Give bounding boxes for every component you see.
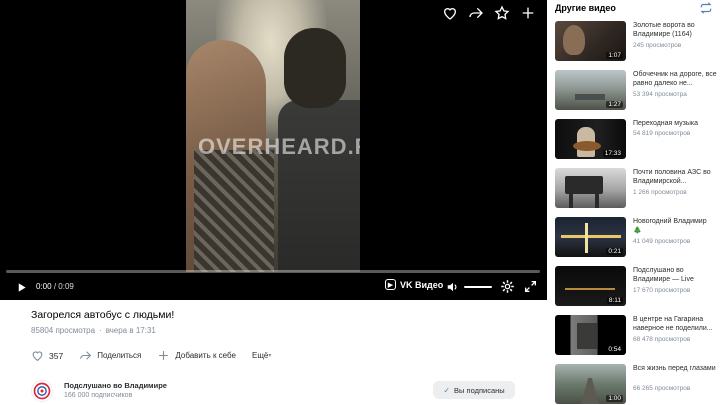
- current-time: 0:00: [36, 282, 52, 291]
- settings-button[interactable]: [500, 279, 515, 294]
- like-button[interactable]: 357: [31, 349, 63, 362]
- video-duration: 1:27: [606, 101, 623, 108]
- sidebar-heading: Другие видео: [555, 3, 616, 13]
- frame-person-man-body: [278, 100, 360, 272]
- related-video-views: 66 265 просмотров: [633, 385, 691, 392]
- share-label: Поделиться: [97, 351, 142, 360]
- related-video-item[interactable]: 1:07 Золотые ворота во Владимире (1164) …: [555, 21, 717, 61]
- add-icon[interactable]: [515, 0, 541, 26]
- frame-person-man-head: [284, 28, 346, 108]
- related-video-title[interactable]: Почти половина АЗС во Владимирской...: [633, 168, 717, 186]
- related-video-views: 54 819 просмотров: [633, 130, 691, 137]
- vk-video-label: VK Видео: [400, 279, 444, 290]
- video-meta: 85804 просмотра · вчера в 17:31: [31, 326, 156, 335]
- vk-video-brand[interactable]: ▶ VK Видео: [385, 279, 443, 290]
- share-button[interactable]: Поделиться: [79, 349, 141, 362]
- player-controls: 0:00 / 0:09 ▶ VK Видео: [0, 276, 547, 298]
- volume-slider[interactable]: [464, 286, 492, 288]
- related-video-item[interactable]: 0:21 Новогодний Владимир 🎄 41 049 просмо…: [555, 217, 717, 257]
- time-display: 0:00 / 0:09: [36, 282, 74, 291]
- play-icon: [18, 282, 26, 292]
- related-video-item[interactable]: 1:00 Вся жизнь перед глазами 66 265 прос…: [555, 364, 717, 404]
- video-duration: 17:33: [602, 150, 623, 157]
- like-count: 357: [49, 350, 64, 361]
- video-title: Загорелся автобус с людьми!: [31, 309, 175, 321]
- video-duration: 1:07: [606, 52, 623, 59]
- related-video-title[interactable]: Вся жизнь перед глазами: [633, 364, 717, 373]
- video-player[interactable]: OVERHEARD.RU 0:00 / 0:09 ▶ VK Видео: [0, 0, 547, 300]
- check-icon: ✓: [443, 385, 451, 395]
- video-thumbnail[interactable]: 0:54: [555, 315, 626, 355]
- fullscreen-icon: [524, 280, 537, 293]
- related-video-views: 1 266 просмотров: [633, 189, 687, 196]
- gear-icon: [501, 280, 514, 293]
- player-top-actions: [437, 0, 541, 26]
- volume-icon: [447, 282, 457, 292]
- vk-video-logo-icon: ▶: [385, 279, 396, 290]
- video-duration: 0:54: [606, 346, 623, 353]
- more-label: Ещё: [251, 351, 269, 360]
- volume-button[interactable]: [446, 280, 460, 294]
- like-icon[interactable]: [437, 0, 463, 26]
- related-video-item[interactable]: Почти половина АЗС во Владимирской... 1 …: [555, 168, 717, 208]
- more-button[interactable]: Ещё: [252, 351, 271, 360]
- plus-icon: [159, 351, 169, 360]
- autoplay-repeat-icon[interactable]: [699, 1, 713, 15]
- progress-bar[interactable]: [6, 270, 540, 273]
- video-frame[interactable]: OVERHEARD.RU: [186, 0, 360, 272]
- related-video-views: 68 478 просмотров: [633, 336, 691, 343]
- video-thumbnail[interactable]: 1:27: [555, 70, 626, 110]
- subscribed-label: Вы подписаны: [454, 385, 505, 395]
- video-duration: 1:00: [606, 395, 623, 402]
- heart-icon: [32, 351, 43, 362]
- video-actions: 357 Поделиться Добавить к себе Ещё: [31, 349, 287, 362]
- bookmark-star-icon[interactable]: [489, 0, 515, 26]
- related-video-title[interactable]: В центре на Гагарина наверное не поделил…: [633, 315, 717, 333]
- related-video-views: 245 просмотров: [633, 42, 682, 49]
- related-video-item[interactable]: 0:54 В центре на Гагарина наверное не по…: [555, 315, 717, 355]
- share-arrow-icon: [80, 351, 92, 360]
- related-video-item[interactable]: 17:33 Переходная музыка 54 819 просмотро…: [555, 119, 717, 159]
- related-videos-sidebar: Другие видео 1:07 Золотые ворота во Влад…: [547, 0, 720, 405]
- channel-block: Подслушано во Владимире 166 000 подписчи…: [31, 377, 521, 405]
- related-video-title[interactable]: Обочечник на дороге, все равно далеко не…: [633, 70, 717, 88]
- video-thumbnail[interactable]: 17:33: [555, 119, 626, 159]
- video-duration: 0:21: [606, 248, 623, 255]
- related-video-views: 17 670 просмотров: [633, 287, 691, 294]
- channel-name[interactable]: Подслушано во Владимире: [64, 381, 167, 390]
- video-thumbnail[interactable]: 0:21: [555, 217, 626, 257]
- subscriber-count: 166 000 подписчиков: [64, 392, 133, 399]
- channel-avatar[interactable]: [31, 380, 53, 402]
- share-icon[interactable]: [463, 0, 489, 26]
- publish-date[interactable]: вчера в 17:31: [106, 326, 156, 335]
- play-button[interactable]: [14, 280, 28, 294]
- video-thumbnail[interactable]: 1:00: [555, 364, 626, 404]
- add-label: Добавить к себе: [175, 351, 236, 360]
- add-to-mine-button[interactable]: Добавить к себе: [157, 349, 236, 362]
- duration-time: 0:09: [58, 282, 74, 291]
- view-count: 85804 просмотра: [31, 326, 96, 335]
- related-video-item[interactable]: 1:27 Обочечник на дороге, все равно дале…: [555, 70, 717, 110]
- related-video-views: 41 049 просмотров: [633, 238, 691, 245]
- video-thumbnail[interactable]: 1:07: [555, 21, 626, 61]
- frame-coat: [194, 150, 274, 272]
- subscribed-button[interactable]: ✓ Вы подписаны: [433, 381, 515, 399]
- related-video-title[interactable]: Переходная музыка: [633, 119, 717, 128]
- related-video-title[interactable]: Подслушано во Владимире — Live: [633, 266, 717, 284]
- related-video-title[interactable]: Новогодний Владимир 🎄: [633, 217, 717, 235]
- video-watermark: OVERHEARD.RU: [198, 134, 360, 159]
- video-duration: 8:11: [606, 297, 623, 304]
- related-video-item[interactable]: 8:11 Подслушано во Владимире — Live 17 6…: [555, 266, 717, 306]
- related-video-title[interactable]: Золотые ворота во Владимире (1164): [633, 21, 717, 39]
- fullscreen-button[interactable]: [524, 280, 537, 293]
- video-thumbnail[interactable]: 8:11: [555, 266, 626, 306]
- video-thumbnail[interactable]: [555, 168, 626, 208]
- channel-logo-icon: [33, 382, 51, 400]
- related-video-views: 53 394 просмотра: [633, 91, 687, 98]
